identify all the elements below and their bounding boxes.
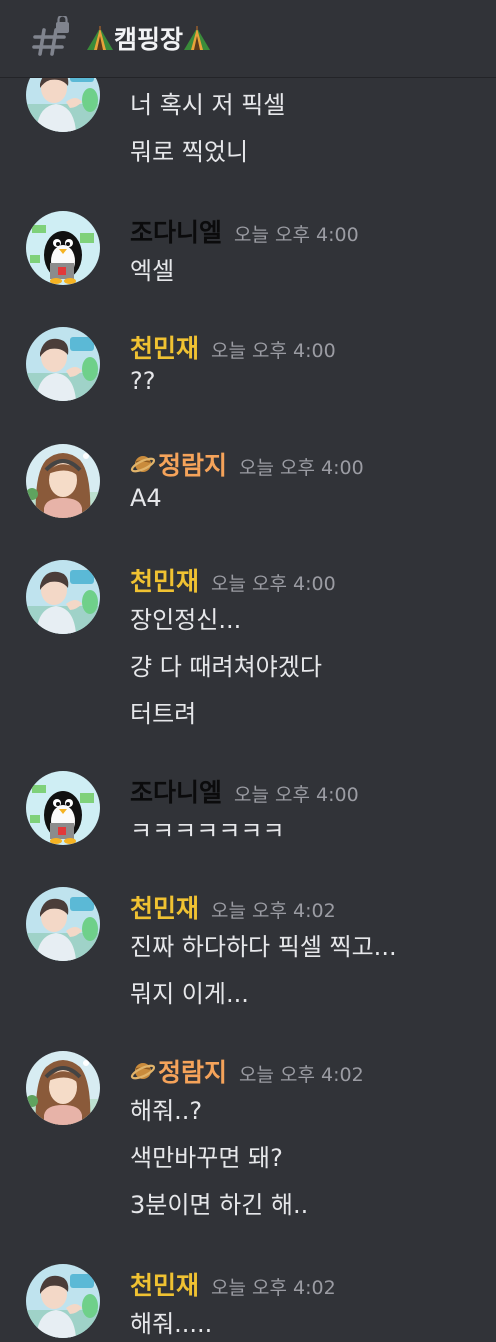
tent-icon [87,26,113,50]
author-line: 정람지 오늘 오후 4:02 [130,1053,364,1089]
avatar-minjae[interactable] [26,78,100,132]
message-text: A4 [130,484,162,512]
avatar-ramji[interactable] [26,1051,100,1125]
message-text: 터트려 [130,700,197,728]
author-line: 천민재 오늘 오후 4:02 [130,1266,336,1302]
author-line: 조다니엘 오늘 오후 4:00 [130,213,359,249]
message-text: 진짜 하다하다 픽셀 찍고... [130,933,397,961]
author-line: 천민재 오늘 오후 4:00 [130,329,336,365]
avatar-minjae[interactable] [26,1264,100,1338]
avatar-minjae[interactable] [26,327,100,401]
avatar-image [26,327,100,401]
avatar-image [26,211,100,285]
message-text: ?? [130,367,156,395]
avatar-image [26,771,100,845]
avatar-image [26,1264,100,1338]
avatar-minjae[interactable] [26,887,100,961]
author-name[interactable]: 조다니엘 [130,218,222,247]
avatar-image [26,1051,100,1125]
author-name[interactable]: 천민재 [130,1271,199,1300]
author-name[interactable]: 정람지 [158,451,227,480]
planet-icon [130,1058,156,1084]
avatar-image [26,560,100,634]
author-name[interactable]: 천민재 [130,567,199,596]
message-feed[interactable]: 너 혹시 저 픽셀 뭐로 찍었니 조다니엘 오늘 오후 4:00 엑셀 천민재 오늘… [0,78,496,1342]
avatar-ramji[interactable] [26,444,100,518]
timestamp: 오늘 오후 4:00 [234,224,359,246]
avatar-image [26,78,100,132]
message-text: 엑셀 [130,257,175,285]
avatar-image [26,444,100,518]
hashtag-lock-icon [32,16,69,56]
timestamp: 오늘 오후 4:02 [211,900,336,922]
channel-title[interactable]: 캠핑장 [86,20,211,56]
author-name[interactable]: 천민재 [130,334,199,363]
avatar-daniel-penguin[interactable] [26,211,100,285]
avatar-daniel-penguin[interactable] [26,771,100,845]
message-text: 뭐지 이게... [130,980,249,1008]
avatar-image [26,887,100,961]
author-line: 조다니엘 오늘 오후 4:00 [130,773,359,809]
planet-icon [130,451,156,477]
avatar-minjae[interactable] [26,560,100,634]
author-line: 천민재 오늘 오후 4:00 [130,562,336,598]
message-text: 해줘..... [130,1310,213,1338]
message-text: ㅋㅋㅋㅋㅋㅋㅋ [130,817,285,845]
message-text: 3분이면 하긴 해.. [130,1191,309,1219]
timestamp: 오늘 오후 4:00 [239,457,364,479]
message-text: 장인정신... [130,606,242,634]
message-text: 해줘..? [130,1097,203,1125]
author-line: 천민재 오늘 오후 4:02 [130,889,336,925]
timestamp: 오늘 오후 4:00 [234,784,359,806]
author-name[interactable]: 조다니엘 [130,778,222,807]
timestamp: 오늘 오후 4:00 [211,573,336,595]
channel-name: 캠핑장 [114,25,184,54]
timestamp: 오늘 오후 4:00 [211,340,336,362]
tent-icon [184,26,211,50]
timestamp: 오늘 오후 4:02 [211,1277,336,1299]
author-line: 정람지 오늘 오후 4:00 [130,446,364,482]
author-name[interactable]: 천민재 [130,894,199,923]
author-name[interactable]: 정람지 [158,1058,227,1087]
channel-header: 캠핑장 [0,0,496,78]
message-text: 색만바꾸면 돼? [130,1144,283,1172]
message-text: 걍 다 때려쳐야겠다 [130,653,322,681]
message-text: 너 혹시 저 픽셀 [130,91,286,119]
timestamp: 오늘 오후 4:02 [239,1064,364,1086]
message-text: 뭐로 찍었니 [130,138,249,166]
